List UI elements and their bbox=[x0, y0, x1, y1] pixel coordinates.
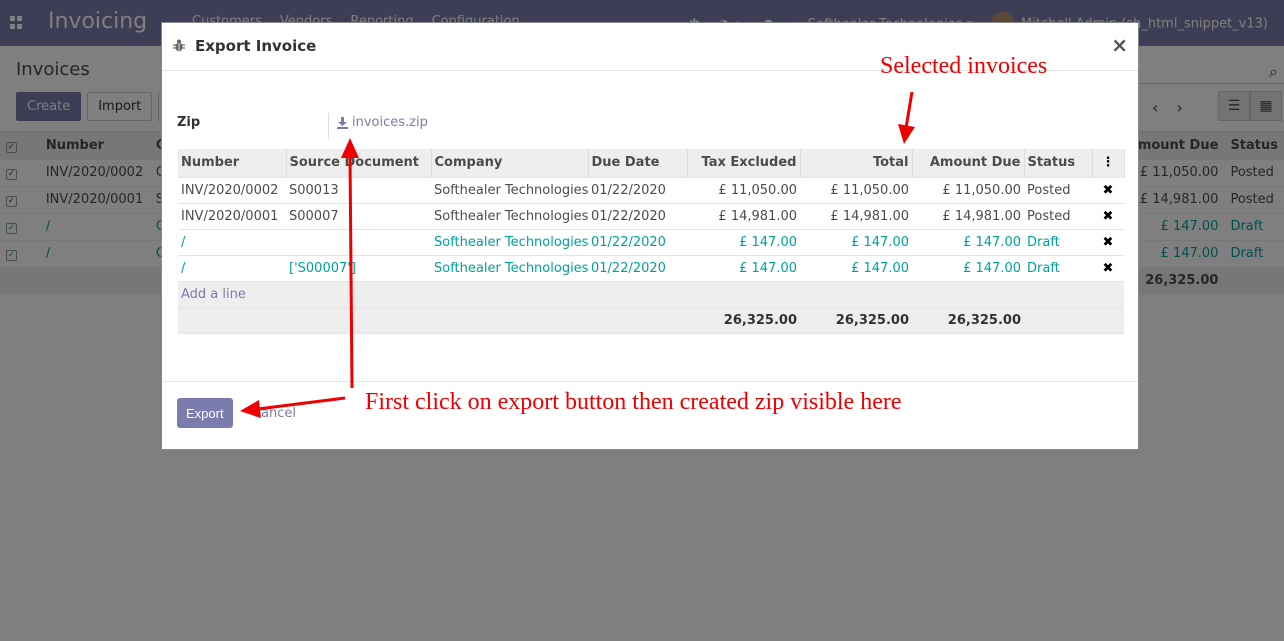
annotation-export-instruction: First click on export button then create… bbox=[365, 389, 902, 415]
annotation-selected-invoices: Selected invoices bbox=[880, 53, 1048, 79]
annotation-arrows bbox=[240, 91, 915, 418]
